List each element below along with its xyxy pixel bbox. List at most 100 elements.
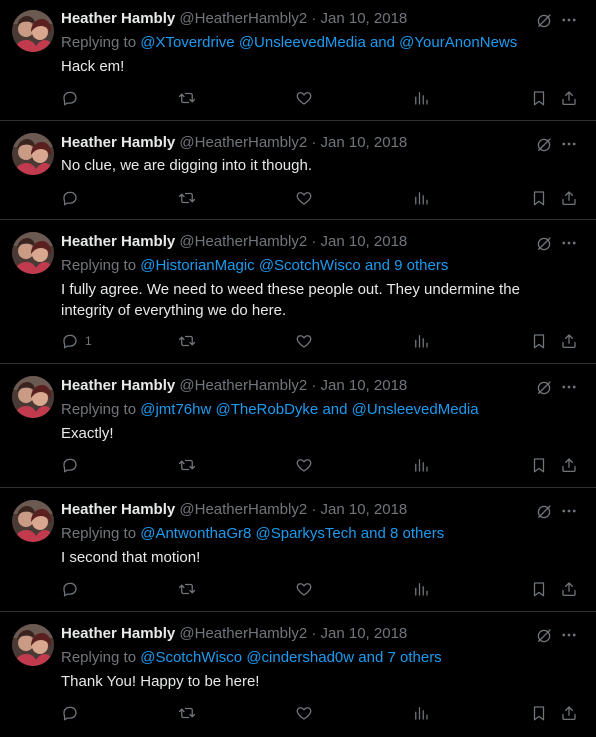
author-handle[interactable]: @HeatherHambly2 bbox=[179, 233, 307, 250]
reply-button[interactable] bbox=[61, 188, 85, 208]
mention-link[interactable]: @UnsleevedMedia bbox=[352, 401, 479, 418]
avatar[interactable] bbox=[12, 500, 54, 542]
tweet[interactable]: Heather Hambly @HeatherHambly2 · Jan 10,… bbox=[0, 488, 596, 612]
mention-link[interactable]: @HistorianMagic bbox=[140, 257, 254, 274]
views-button[interactable] bbox=[412, 455, 430, 475]
author-name[interactable]: Heather Hambly bbox=[61, 134, 175, 151]
mention-link[interactable]: @ScotchWisco bbox=[259, 257, 361, 274]
bookmark-button[interactable] bbox=[530, 188, 548, 208]
replying-prefix: Replying to bbox=[61, 257, 137, 274]
bookmark-button[interactable] bbox=[530, 455, 548, 475]
mention-link[interactable]: @AntwonthaGr8 bbox=[140, 525, 251, 542]
avatar[interactable] bbox=[12, 232, 54, 274]
grok-icon[interactable] bbox=[535, 235, 551, 251]
retweet-icon bbox=[178, 580, 196, 598]
retweet-button[interactable] bbox=[178, 331, 196, 351]
more-icon[interactable] bbox=[560, 502, 578, 520]
more-icon[interactable] bbox=[560, 135, 578, 153]
like-button[interactable] bbox=[295, 188, 313, 208]
retweet-button[interactable] bbox=[178, 579, 196, 599]
share-button[interactable] bbox=[560, 579, 578, 599]
views-button[interactable] bbox=[412, 188, 430, 208]
tweet-date[interactable]: Jan 10, 2018 bbox=[321, 625, 408, 642]
more-icon[interactable] bbox=[560, 234, 578, 252]
author-name[interactable]: Heather Hambly bbox=[61, 233, 175, 250]
retweet-button[interactable] bbox=[178, 188, 196, 208]
mention-link[interactable]: 8 others bbox=[390, 525, 444, 542]
author-handle[interactable]: @HeatherHambly2 bbox=[179, 134, 307, 151]
like-button[interactable] bbox=[295, 88, 313, 108]
reply-button[interactable] bbox=[61, 703, 85, 723]
views-button[interactable] bbox=[412, 88, 430, 108]
tweet-header: Heather Hambly @HeatherHambly2 · Jan 10,… bbox=[61, 624, 526, 644]
avatar[interactable] bbox=[12, 133, 54, 175]
avatar[interactable] bbox=[12, 624, 54, 666]
mention-link[interactable]: @UnsleevedMedia bbox=[239, 34, 366, 51]
reply-button[interactable] bbox=[61, 88, 85, 108]
mention-link[interactable]: @YourAnonNews bbox=[399, 34, 517, 51]
retweet-button[interactable] bbox=[178, 455, 196, 475]
author-name[interactable]: Heather Hambly bbox=[61, 625, 175, 642]
tweet[interactable]: Heather Hambly @HeatherHambly2 · Jan 10,… bbox=[0, 121, 596, 220]
author-name[interactable]: Heather Hambly bbox=[61, 377, 175, 394]
like-button[interactable] bbox=[295, 455, 313, 475]
views-button[interactable] bbox=[412, 703, 430, 723]
views-button[interactable] bbox=[412, 579, 430, 599]
tweet-date[interactable]: Jan 10, 2018 bbox=[321, 501, 408, 518]
mention-link[interactable]: @cindershad0w bbox=[246, 649, 354, 666]
mention-link[interactable]: @ScotchWisco bbox=[140, 649, 242, 666]
reply-button[interactable] bbox=[61, 455, 85, 475]
reply-icon bbox=[61, 332, 79, 350]
retweet-button[interactable] bbox=[178, 88, 196, 108]
views-button[interactable] bbox=[412, 331, 430, 351]
share-button[interactable] bbox=[560, 331, 578, 351]
tweet-date[interactable]: Jan 10, 2018 bbox=[321, 377, 408, 394]
grok-icon[interactable] bbox=[535, 379, 551, 395]
more-icon[interactable] bbox=[560, 378, 578, 396]
tweet-date[interactable]: Jan 10, 2018 bbox=[321, 10, 408, 27]
mention-link[interactable]: @XToverdrive bbox=[140, 34, 234, 51]
like-button[interactable] bbox=[295, 331, 313, 351]
share-button[interactable] bbox=[560, 88, 578, 108]
reply-button[interactable]: 1 bbox=[61, 331, 92, 351]
tweet[interactable]: Heather Hambly @HeatherHambly2 · Jan 10,… bbox=[0, 0, 596, 121]
mention-link[interactable]: 7 others bbox=[387, 649, 441, 666]
retweet-button[interactable] bbox=[178, 703, 196, 723]
retweet-icon bbox=[178, 332, 196, 350]
bookmark-button[interactable] bbox=[530, 703, 548, 723]
bookmark-button[interactable] bbox=[530, 579, 548, 599]
author-name[interactable]: Heather Hambly bbox=[61, 10, 175, 27]
more-icon[interactable] bbox=[560, 11, 578, 29]
author-handle[interactable]: @HeatherHambly2 bbox=[179, 501, 307, 518]
bookmark-button[interactable] bbox=[530, 331, 548, 351]
mention-link[interactable]: 9 others bbox=[394, 257, 448, 274]
mention-link[interactable]: @SparkysTech bbox=[256, 525, 357, 542]
mention-link[interactable]: @TheRobDyke bbox=[215, 401, 318, 418]
grok-icon[interactable] bbox=[535, 12, 551, 28]
author-handle[interactable]: @HeatherHambly2 bbox=[179, 625, 307, 642]
avatar[interactable] bbox=[12, 10, 54, 52]
grok-icon[interactable] bbox=[535, 136, 551, 152]
views-icon bbox=[412, 189, 430, 207]
reply-button[interactable] bbox=[61, 579, 85, 599]
share-button[interactable] bbox=[560, 188, 578, 208]
tweet[interactable]: Heather Hambly @HeatherHambly2 · Jan 10,… bbox=[0, 220, 596, 364]
reply-icon bbox=[61, 89, 79, 107]
like-button[interactable] bbox=[295, 579, 313, 599]
mention-link[interactable]: @jmt76hw bbox=[140, 401, 211, 418]
bookmark-button[interactable] bbox=[530, 88, 548, 108]
grok-icon[interactable] bbox=[535, 503, 551, 519]
tweet[interactable]: Heather Hambly @HeatherHambly2 · Jan 10,… bbox=[0, 364, 596, 488]
share-button[interactable] bbox=[560, 703, 578, 723]
like-button[interactable] bbox=[295, 703, 313, 723]
author-handle[interactable]: @HeatherHambly2 bbox=[179, 377, 307, 394]
tweet[interactable]: Heather Hambly @HeatherHambly2 · Jan 10,… bbox=[0, 612, 596, 737]
more-icon[interactable] bbox=[560, 626, 578, 644]
share-button[interactable] bbox=[560, 455, 578, 475]
tweet-date[interactable]: Jan 10, 2018 bbox=[321, 134, 408, 151]
avatar[interactable] bbox=[12, 376, 54, 418]
author-name[interactable]: Heather Hambly bbox=[61, 501, 175, 518]
tweet-date[interactable]: Jan 10, 2018 bbox=[321, 233, 408, 250]
author-handle[interactable]: @HeatherHambly2 bbox=[179, 10, 307, 27]
grok-icon[interactable] bbox=[535, 627, 551, 643]
